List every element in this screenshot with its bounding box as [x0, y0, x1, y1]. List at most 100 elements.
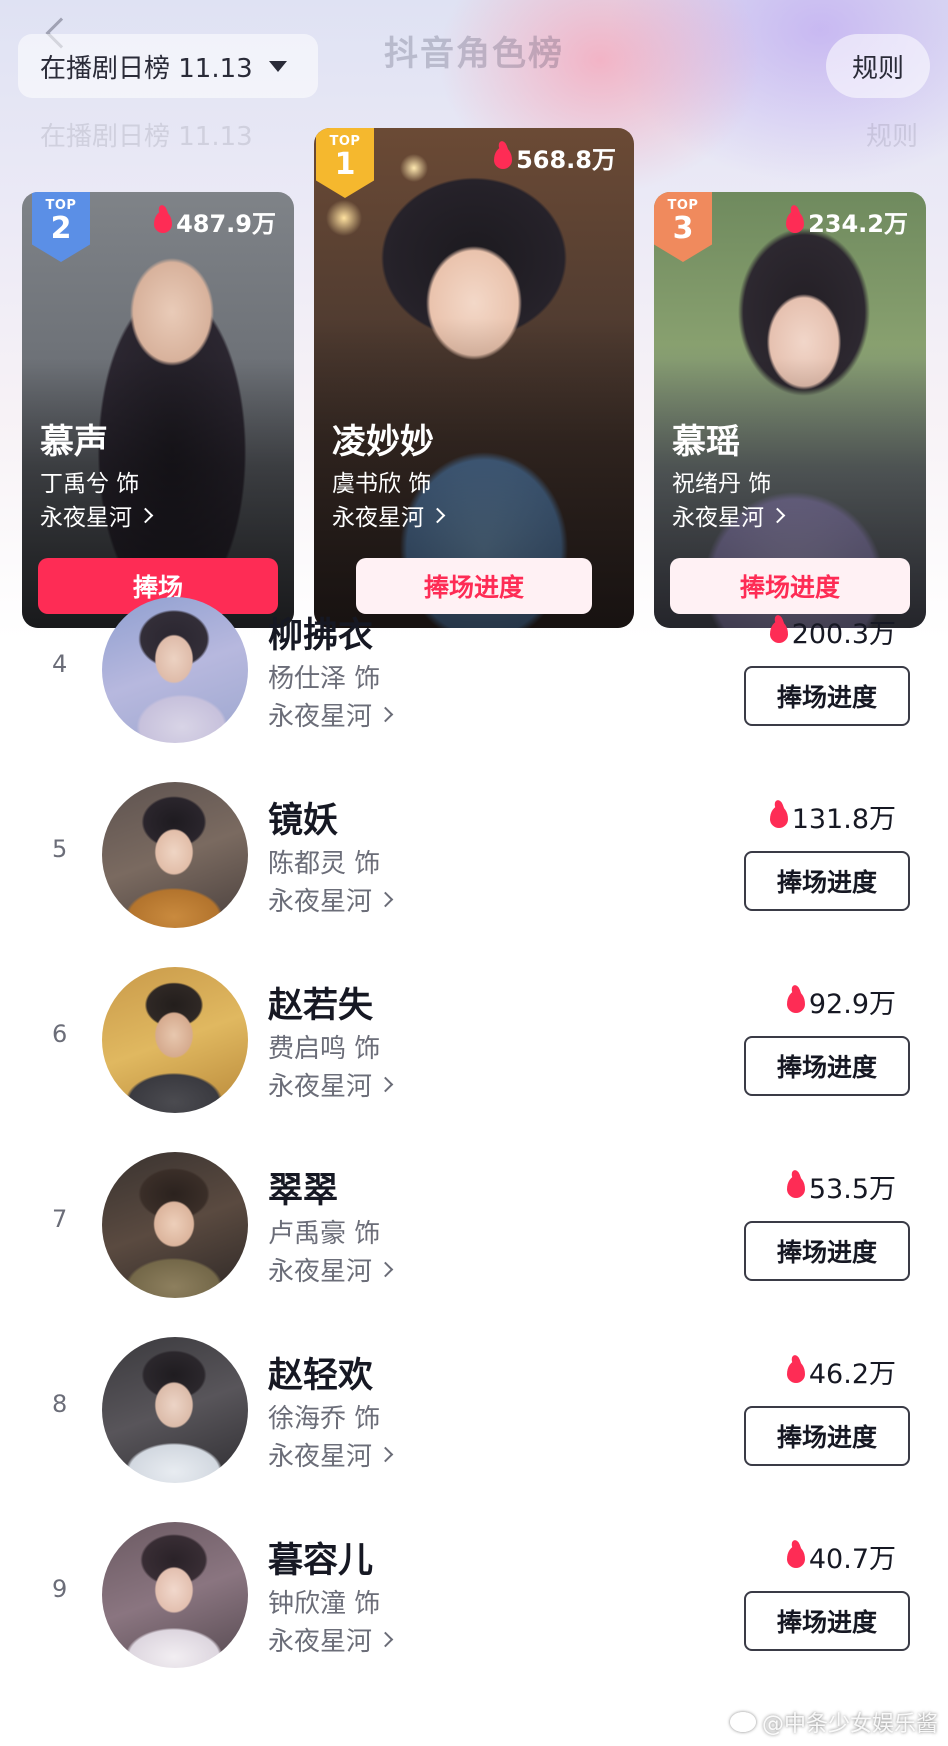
- top-card-rank-3[interactable]: TOP 3 234.2万 慕瑶 祝绪丹 饰 永夜星河 捧场进度: [654, 192, 926, 628]
- drama-title: 永夜星河: [332, 505, 424, 531]
- badge-top-label: TOP: [45, 198, 77, 213]
- rank-number: 4: [52, 650, 68, 678]
- chevron-right-icon: [377, 891, 394, 908]
- role-name: 凌妙妙: [332, 422, 434, 462]
- heat-number: 53.5万: [808, 1174, 896, 1205]
- heat-number: 234.2万: [808, 210, 908, 238]
- avatar[interactable]: [102, 967, 248, 1113]
- heat-number: 92.9万: [808, 989, 896, 1020]
- date-selector[interactable]: 在播剧日榜 11.13: [18, 34, 318, 98]
- weibo-icon: [729, 1712, 756, 1732]
- role-name: 赵轻欢: [268, 1356, 374, 1396]
- heat-number: 200.3万: [791, 619, 896, 650]
- flame-icon: [786, 1545, 805, 1568]
- drama-link[interactable]: 永夜星河: [40, 498, 154, 532]
- list-item[interactable]: 7 翠翠 卢禹豪 饰 永夜星河 53.5万 捧场进度: [0, 1147, 948, 1332]
- avatar[interactable]: [102, 597, 248, 743]
- dropdown-caret-icon: [268, 60, 287, 72]
- badge-rank-number: 3: [672, 211, 694, 246]
- actor-name: 钟欣潼 饰: [268, 1589, 381, 1619]
- avatar[interactable]: [102, 782, 248, 928]
- rank-number: 8: [52, 1390, 68, 1418]
- support-progress-button[interactable]: 捧场进度: [744, 1591, 910, 1651]
- flame-icon: [154, 210, 173, 233]
- rank-number: 9: [52, 1575, 68, 1603]
- support-progress-button[interactable]: 捧场进度: [744, 1221, 910, 1281]
- badge-top-label: TOP: [329, 134, 361, 149]
- heat-number: 46.2万: [808, 1359, 896, 1390]
- rules-label-shadow: 规则: [865, 122, 918, 152]
- avatar[interactable]: [102, 1152, 248, 1298]
- drama-link[interactable]: 永夜星河: [332, 498, 446, 532]
- badge-top-label: TOP: [667, 198, 699, 213]
- drama-title: 永夜星河: [268, 887, 373, 917]
- drama-link[interactable]: 永夜星河: [268, 696, 394, 733]
- drama-link[interactable]: 永夜星河: [268, 1251, 394, 1288]
- heat-value: 487.9万: [154, 204, 276, 239]
- avatar[interactable]: [102, 1522, 248, 1668]
- badge-rank-number: 1: [334, 147, 356, 182]
- badge-rank-number: 2: [50, 211, 72, 246]
- support-progress-button[interactable]: 捧场进度: [744, 666, 910, 726]
- avatar[interactable]: [102, 1337, 248, 1483]
- heat-value: 40.7万: [786, 1537, 896, 1576]
- heat-value: 46.2万: [786, 1352, 896, 1391]
- top-card-rank-2[interactable]: TOP 2 487.9万 慕声 丁禹兮 饰 永夜星河 捧场: [22, 192, 294, 628]
- chevron-right-icon: [429, 507, 446, 523]
- role-name: 暮容儿: [268, 1541, 374, 1581]
- rank-number: 7: [52, 1205, 68, 1233]
- rules-button[interactable]: 规则: [826, 34, 930, 98]
- heat-number: 568.8万: [516, 146, 616, 174]
- drama-link[interactable]: 永夜星河: [268, 881, 394, 918]
- actor-name: 卢禹豪 饰: [268, 1219, 381, 1249]
- role-name: 镜妖: [268, 801, 339, 841]
- actor-name: 费启鸣 饰: [268, 1034, 381, 1064]
- list-item[interactable]: 9 暮容儿 钟欣潼 饰 永夜星河 40.7万 捧场进度: [0, 1517, 948, 1702]
- drama-link[interactable]: 永夜星河: [268, 1066, 394, 1103]
- role-name: 翠翠: [268, 1171, 339, 1211]
- chevron-right-icon: [137, 507, 154, 523]
- drama-title: 永夜星河: [268, 702, 373, 732]
- actor-name: 徐海乔 饰: [268, 1404, 381, 1434]
- drama-link[interactable]: 永夜星河: [268, 1621, 394, 1658]
- flame-icon: [769, 805, 788, 828]
- drama-title: 永夜星河: [268, 1442, 373, 1472]
- chevron-right-icon: [377, 1446, 394, 1463]
- actor-name: 虞书欣 饰: [332, 471, 432, 497]
- drama-link[interactable]: 永夜星河: [268, 1436, 394, 1473]
- support-progress-button[interactable]: 捧场进度: [744, 851, 910, 911]
- drama-title: 永夜星河: [268, 1257, 373, 1287]
- date-label: 在播剧日榜 11.13: [40, 53, 253, 84]
- list-item[interactable]: 5 镜妖 陈都灵 饰 永夜星河 131.8万 捧场进度: [0, 777, 948, 962]
- top-card-rank-1[interactable]: TOP 1 568.8万 凌妙妙 虞书欣 饰 永夜星河 捧场进度: [314, 128, 634, 628]
- heat-value: 131.8万: [769, 797, 896, 836]
- flame-icon: [769, 620, 788, 643]
- drama-link[interactable]: 永夜星河: [672, 498, 786, 532]
- actor-name: 祝绪丹 饰: [672, 471, 772, 497]
- role-name: 柳拂衣: [268, 616, 374, 656]
- heat-value: 234.2万: [786, 204, 908, 239]
- list-item[interactable]: 6 赵若失 费启鸣 饰 永夜星河 92.9万 捧场进度: [0, 962, 948, 1147]
- drama-title: 永夜星河: [672, 505, 764, 531]
- heat-value: 568.8万: [494, 140, 616, 175]
- date-label-shadow: 在播剧日榜 11.13: [40, 122, 253, 152]
- support-progress-button[interactable]: 捧场进度: [744, 1406, 910, 1466]
- rank-number: 5: [52, 835, 68, 863]
- actor-name: 杨仕泽 饰: [268, 664, 381, 694]
- role-name: 慕瑶: [672, 422, 740, 462]
- actor-name: 陈都灵 饰: [268, 849, 381, 879]
- role-name: 慕声: [40, 422, 108, 462]
- heat-number: 487.9万: [176, 210, 276, 238]
- heat-number: 40.7万: [808, 1544, 896, 1575]
- support-progress-button[interactable]: 捧场进度: [744, 1036, 910, 1096]
- flame-icon: [786, 990, 805, 1013]
- flame-icon: [786, 1175, 805, 1198]
- heat-number: 131.8万: [791, 804, 896, 835]
- chevron-right-icon: [377, 1261, 394, 1278]
- drama-title: 永夜星河: [268, 1627, 373, 1657]
- ranking-list: 4 柳拂衣 杨仕泽 饰 永夜星河 200.3万 捧场进度 5 镜妖 陈都灵 饰 …: [0, 592, 948, 1702]
- role-name: 赵若失: [268, 986, 374, 1026]
- list-item[interactable]: 8 赵轻欢 徐海乔 饰 永夜星河 46.2万 捧场进度: [0, 1332, 948, 1517]
- flame-icon: [786, 1360, 805, 1383]
- list-item[interactable]: 4 柳拂衣 杨仕泽 饰 永夜星河 200.3万 捧场进度: [0, 592, 948, 777]
